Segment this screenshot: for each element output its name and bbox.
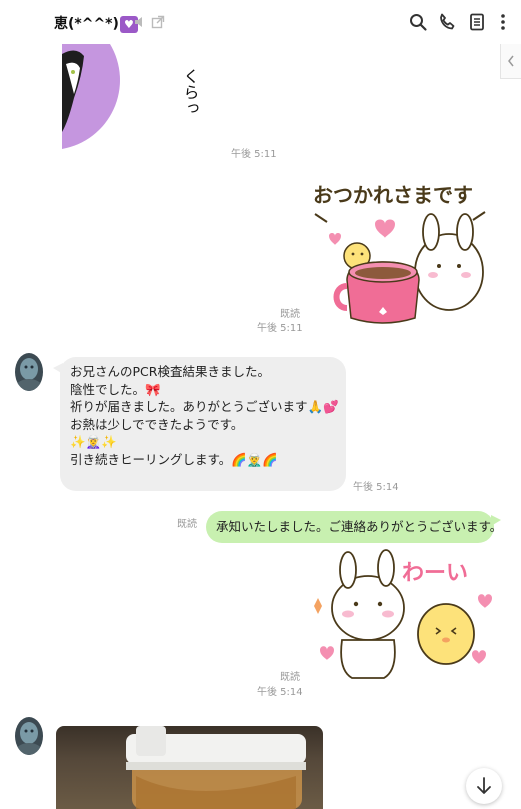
waai-sticker[interactable]: わーい — [306, 548, 496, 696]
scroll-to-bottom-button[interactable] — [466, 768, 502, 804]
message-text: 承知いたしました。ご連絡ありがとうございます。 — [216, 519, 503, 534]
message-time: 午後 5:14 — [257, 687, 303, 698]
message-line: お兄さんのPCR検査結果きました。 — [70, 364, 270, 379]
otsukaresama-sticker[interactable]: おつかれさまです — [309, 176, 495, 330]
message-time: 午後 5:11 — [257, 323, 303, 334]
chat-header: 恵(*^^*) ♥ — [0, 0, 521, 44]
message-line: ✨🧝‍♀️✨ — [70, 434, 117, 449]
sticker-text: わーい — [402, 561, 468, 586]
sticker-text: くらっ — [181, 68, 200, 116]
message-line: 祈りが届きました。ありがとうございます🙏💕 — [70, 399, 339, 414]
message-time: 午後 5:14 — [353, 482, 399, 493]
message-line: お熱は少しでできたようです。 — [70, 416, 244, 432]
chat-title-text: 恵(*^^*) — [54, 16, 119, 32]
search-icon[interactable] — [408, 12, 428, 32]
read-status: 既読 — [177, 519, 197, 530]
speaker-icon[interactable] — [133, 14, 147, 28]
arrow-down-icon — [477, 777, 491, 794]
message-time: 午後 5:11 — [231, 149, 277, 160]
sticker-text: おつかれさまです — [313, 183, 473, 207]
outgoing-message-bubble[interactable]: 承知いたしました。ご連絡ありがとうございます。 — [206, 511, 502, 543]
notes-icon[interactable] — [467, 12, 487, 32]
cat-sticker[interactable]: くらっ — [62, 44, 212, 150]
phone-icon[interactable] — [437, 12, 457, 32]
avatar[interactable] — [15, 717, 43, 755]
external-window-icon[interactable] — [151, 14, 165, 29]
chat-title[interactable]: 恵(*^^*) ♥ — [54, 13, 138, 33]
read-status: 既読 — [280, 672, 300, 683]
message-line: 陰性でした。🎀 — [70, 381, 161, 397]
message-line: 引き続きヒーリングします。🌈🧝‍♂️🌈 — [70, 451, 278, 467]
side-panel-tab[interactable] — [500, 44, 521, 79]
honey-jar-photo[interactable] — [56, 726, 323, 809]
incoming-message-bubble[interactable]: お兄さんのPCR検査結果きました。 陰性でした。🎀 祈りが届きました。ありがとう… — [53, 357, 346, 491]
more-icon[interactable] — [493, 12, 513, 32]
avatar[interactable] — [15, 353, 43, 391]
read-status: 既読 — [280, 309, 300, 320]
